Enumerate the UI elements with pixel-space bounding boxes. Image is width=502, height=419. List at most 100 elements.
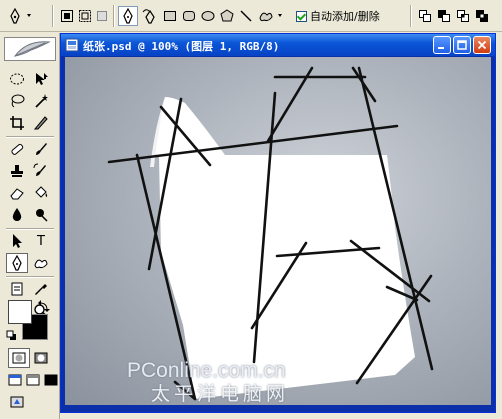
ellipse-button[interactable] (199, 6, 217, 26)
pen-tool-button[interactable] (118, 6, 138, 26)
separator (6, 228, 54, 230)
eyedropper-icon (35, 284, 47, 295)
note-icon (11, 282, 23, 296)
exclude-area-icon (476, 10, 488, 22)
color-swatches (6, 300, 52, 344)
fill-pixels-icon (97, 11, 107, 21)
eraser-icon (10, 188, 24, 200)
drawing-artwork (107, 66, 434, 401)
close-icon (477, 40, 487, 50)
freeform-pen-button[interactable] (140, 6, 160, 26)
psd-file-icon (65, 38, 79, 52)
add-area-button[interactable] (416, 6, 434, 26)
history-brush-tool[interactable] (30, 161, 52, 181)
lasso-tool[interactable] (6, 91, 28, 111)
dodge-tool[interactable] (30, 205, 52, 225)
rounded-rectangle-button[interactable] (180, 6, 198, 26)
swap-colors-icon[interactable] (38, 300, 50, 312)
paint-bucket-icon (35, 186, 48, 198)
eyedropper-tool[interactable] (30, 279, 52, 299)
magic-wand-icon (35, 94, 48, 108)
magic-wand-tool[interactable] (30, 91, 52, 111)
bottom-strip (60, 413, 502, 419)
tool-preset-picker[interactable] (4, 6, 38, 26)
eraser-tool[interactable] (6, 183, 28, 203)
crop-tool[interactable] (6, 113, 28, 133)
stamp-icon (11, 165, 23, 177)
document-canvas[interactable]: PConline.com.cn 太平洋电脑网 (65, 57, 491, 405)
exclude-area-button[interactable] (473, 6, 491, 26)
type-t-icon: T (37, 233, 45, 249)
minimize-button[interactable] (433, 36, 451, 54)
screen-mode-full-icon (44, 374, 58, 386)
standard-mode-icon (12, 352, 26, 364)
brush-tool[interactable] (30, 139, 52, 159)
dodge-icon (36, 209, 48, 222)
move-icon (36, 73, 48, 85)
shape-layers-icon (61, 10, 73, 22)
document-title: 纸张.psd @ 100% (图层 1, RGB/8) (83, 40, 280, 53)
quick-mask-button[interactable] (30, 348, 52, 368)
path-selection-tool[interactable] (6, 231, 28, 251)
brush-icon (36, 143, 47, 155)
slice-tool[interactable] (30, 113, 52, 133)
quick-mask-icon (34, 352, 48, 364)
toolbox-header[interactable] (4, 37, 56, 61)
custom-shape-tool[interactable] (30, 253, 52, 273)
custom-shape-icon (34, 259, 48, 269)
subtract-area-icon (438, 10, 450, 22)
screen-mode-menu-icon (26, 374, 40, 386)
subtract-area-button[interactable] (435, 6, 453, 26)
fill-pixels-button[interactable] (94, 6, 110, 26)
shape-layers-button[interactable] (58, 6, 76, 26)
auto-add-delete-label: 自动添加/删除 (310, 10, 380, 23)
paths-icon (79, 10, 91, 22)
blur-tool[interactable] (6, 205, 28, 225)
line-button[interactable] (237, 6, 255, 26)
separator (410, 5, 412, 27)
paint-bucket-tool[interactable] (30, 183, 52, 203)
rounded-rectangle-icon (183, 11, 195, 21)
notes-tool[interactable] (6, 279, 28, 299)
pen-icon (12, 255, 22, 271)
marquee-tool[interactable] (6, 69, 28, 89)
minimize-icon (438, 47, 444, 49)
history-brush-icon (33, 163, 46, 176)
jump-to-imageready[interactable] (6, 392, 28, 412)
add-area-icon (419, 10, 431, 22)
default-colors-icon[interactable] (6, 330, 18, 342)
intersect-area-icon (457, 10, 469, 22)
clone-stamp-tool[interactable] (6, 161, 28, 181)
ellipse-icon (201, 11, 215, 21)
intersect-area-button[interactable] (454, 6, 472, 26)
slice-knife-icon (33, 116, 48, 130)
auto-add-delete-option[interactable]: 自动添加/删除 (296, 8, 380, 24)
close-button[interactable] (473, 36, 491, 54)
type-tool[interactable]: T (30, 231, 52, 251)
paths-button[interactable] (76, 6, 94, 26)
lasso-icon (11, 94, 25, 108)
imageready-icon (10, 396, 24, 408)
rectangle-button[interactable] (161, 6, 179, 26)
auto-add-delete-checkbox[interactable] (296, 10, 307, 22)
custom-shape-icon (259, 12, 282, 22)
foreground-color-swatch[interactable] (8, 300, 32, 324)
pen-tool[interactable] (6, 253, 28, 273)
crop-icon (10, 116, 24, 130)
custom-shape-button[interactable] (256, 6, 288, 26)
move-tool[interactable] (30, 69, 52, 89)
separator (113, 5, 115, 27)
separator (52, 5, 54, 27)
polygon-icon (220, 9, 234, 22)
screen-mode-full[interactable] (40, 370, 62, 390)
elliptical-marquee-icon (10, 73, 24, 85)
water-drop-icon (12, 208, 22, 221)
options-bar: 自动添加/删除 (0, 0, 502, 32)
healing-brush-tool[interactable] (6, 139, 28, 159)
maximize-button[interactable] (453, 36, 471, 54)
rectangle-icon (164, 11, 176, 21)
feather-logo-icon (13, 41, 51, 57)
polygon-button[interactable] (218, 6, 236, 26)
document-title-bar[interactable]: 纸张.psd @ 100% (图层 1, RGB/8) (61, 34, 495, 56)
standard-mode-button[interactable] (8, 348, 30, 368)
